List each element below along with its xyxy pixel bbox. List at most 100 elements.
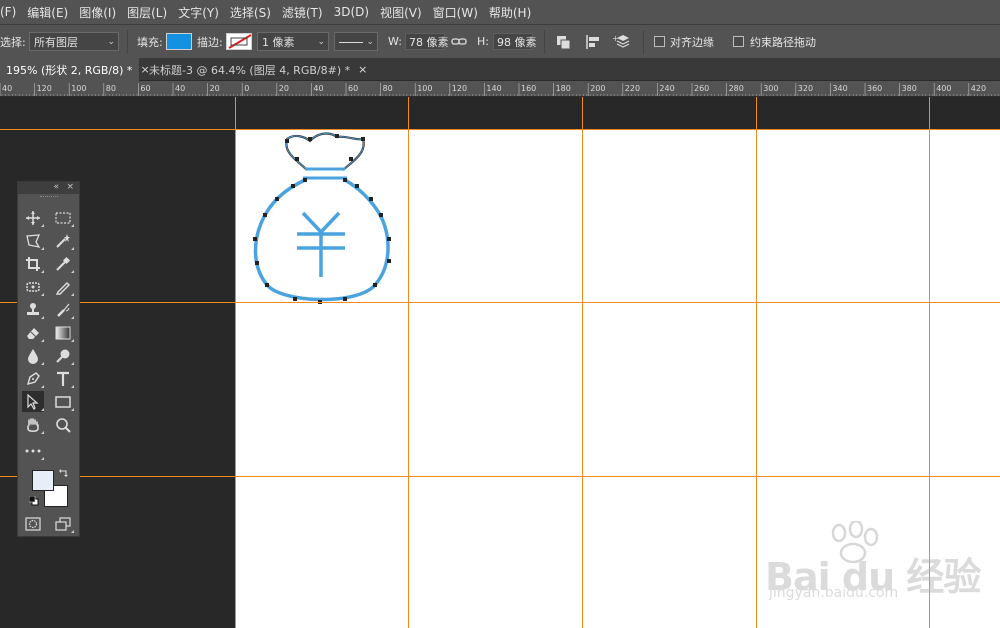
select-layers-dropdown[interactable]: 所有图层 ⌄: [29, 32, 119, 51]
panel-grip[interactable]: [18, 194, 79, 200]
rectangle-tool[interactable]: [52, 391, 74, 412]
menu-select[interactable]: 选择(S): [226, 4, 278, 21]
foreground-color-swatch[interactable]: [32, 470, 54, 491]
align-edges-label: 对齐边缘: [670, 35, 714, 49]
chevron-down-icon: ⌄: [366, 37, 374, 47]
height-input[interactable]: 98 像素: [493, 33, 537, 50]
ruler-label: 40: [313, 84, 323, 93]
menu-help[interactable]: 帮助(H): [485, 4, 538, 21]
swap-colors-icon[interactable]: [58, 468, 69, 478]
more-dots-icon: [25, 449, 41, 452]
screen-mode-button[interactable]: [52, 513, 74, 534]
path-alignment-icon[interactable]: [583, 31, 605, 53]
menu-3d[interactable]: 3D(D): [330, 5, 376, 19]
history-brush-tool[interactable]: [52, 299, 74, 320]
tab-document-untitled-3[interactable]: 未标题-3 @ 64.4% (图层 4, RGB/8#) * ×: [143, 58, 367, 81]
menu-window[interactable]: 窗口(W): [429, 4, 485, 21]
menu-filter[interactable]: 滤镜(T): [278, 4, 330, 21]
menu-file[interactable]: (F): [0, 5, 23, 19]
eraser-tool[interactable]: [22, 322, 44, 343]
guide-horizontal[interactable]: [0, 302, 1000, 303]
tools-panel-header[interactable]: « ×: [18, 182, 79, 194]
healing-brush-tool[interactable]: [22, 276, 44, 297]
ruler-label: 380: [902, 84, 917, 93]
money-bag-shape[interactable]: [245, 125, 400, 315]
gradient-tool[interactable]: [52, 322, 74, 343]
dodge-icon: [56, 349, 70, 363]
line-style-icon: [339, 41, 363, 43]
quick-mask-icon: [25, 516, 41, 531]
constrain-path-checkbox[interactable]: [733, 36, 744, 47]
tool-group-indicator: [71, 530, 74, 533]
tab-document-active[interactable]: 195% (形状 2, RGB/8) * ×: [0, 58, 150, 81]
guide-horizontal[interactable]: [0, 129, 1000, 130]
menu-edit[interactable]: 编辑(E): [23, 4, 75, 21]
quick-mask-button[interactable]: [22, 513, 44, 534]
ruler-label: 220: [625, 84, 640, 93]
clone-stamp-tool[interactable]: [22, 299, 44, 320]
guide-vertical[interactable]: [408, 97, 409, 628]
divider: [127, 30, 128, 54]
ruler-label: 80: [383, 84, 393, 93]
ruler-label: 120: [452, 84, 467, 93]
watermark-url: jingyan.baidu.com: [769, 585, 899, 601]
fill-color-swatch[interactable]: [166, 33, 192, 50]
polygonal-lasso-icon: [26, 233, 41, 248]
tool-group-indicator: [41, 293, 44, 296]
dodge-tool[interactable]: [52, 345, 74, 366]
close-icon[interactable]: ×: [358, 63, 367, 76]
tab-label: 195% (形状 2, RGB/8) *: [6, 63, 133, 77]
path-operations-icon[interactable]: [553, 31, 575, 53]
menu-view[interactable]: 视图(V): [376, 4, 429, 21]
link-dimensions-icon[interactable]: [451, 31, 467, 53]
marquee-tool[interactable]: [52, 207, 74, 228]
brush-tool[interactable]: [52, 276, 74, 297]
hand-icon: [27, 417, 39, 432]
tool-group-indicator: [41, 362, 44, 365]
path-arrangement-icon[interactable]: +: [612, 31, 634, 53]
ruler-label: 180: [556, 84, 571, 93]
menu-image[interactable]: 图像(I): [75, 4, 123, 21]
magic-wand-icon: [56, 233, 70, 248]
default-colors-icon[interactable]: [29, 496, 39, 506]
direct-selection-arrow-icon: [27, 393, 39, 410]
blur-tool[interactable]: [22, 345, 44, 366]
select-label: 选择:: [0, 35, 26, 49]
magic-wand-tool[interactable]: [52, 230, 74, 251]
edit-toolbar-button[interactable]: [22, 440, 44, 461]
width-input[interactable]: 78 像素: [405, 33, 449, 50]
close-icon[interactable]: ×: [66, 182, 74, 193]
lasso-tool[interactable]: [22, 230, 44, 251]
eyedropper-tool[interactable]: [52, 253, 74, 274]
tool-group-indicator: [71, 293, 74, 296]
height-label: H:: [477, 35, 489, 48]
ruler-label: 100: [71, 84, 86, 93]
guide-vertical[interactable]: [756, 97, 757, 628]
select-layers-value: 所有图层: [34, 35, 78, 49]
path-selection-tool[interactable]: [22, 391, 44, 412]
menu-layer[interactable]: 图层(L): [123, 4, 174, 21]
tool-group-indicator: [41, 339, 44, 342]
collapse-icon[interactable]: «: [53, 182, 59, 193]
ruler-label: 60: [348, 84, 358, 93]
horizontal-ruler[interactable]: 40 120 100 80 60 40 20 0 20 40 60 80 100 120 140 160 180…: [0, 81, 1000, 97]
stroke-width-field[interactable]: 1 像素 ⌄: [257, 32, 329, 51]
move-tool[interactable]: [22, 207, 44, 228]
zoom-tool[interactable]: [52, 414, 74, 435]
guide-horizontal[interactable]: [0, 476, 1000, 477]
ruler-label: 340: [832, 84, 847, 93]
align-edges-checkbox[interactable]: [654, 36, 665, 47]
stroke-type-dropdown[interactable]: ⌄: [334, 32, 378, 51]
guide-vertical[interactable]: [235, 97, 236, 628]
crop-tool[interactable]: [22, 253, 44, 274]
tool-group-indicator: [41, 224, 44, 227]
menu-type[interactable]: 文字(Y): [174, 4, 226, 21]
pencil-icon: [55, 281, 70, 295]
type-tool[interactable]: [52, 368, 74, 389]
stroke-color-swatch[interactable]: [226, 33, 252, 50]
ruler-label: 300: [763, 84, 778, 93]
tool-group-indicator: [71, 316, 74, 319]
guide-vertical[interactable]: [582, 97, 583, 628]
pen-tool[interactable]: [22, 368, 44, 389]
hand-tool[interactable]: [22, 414, 44, 435]
